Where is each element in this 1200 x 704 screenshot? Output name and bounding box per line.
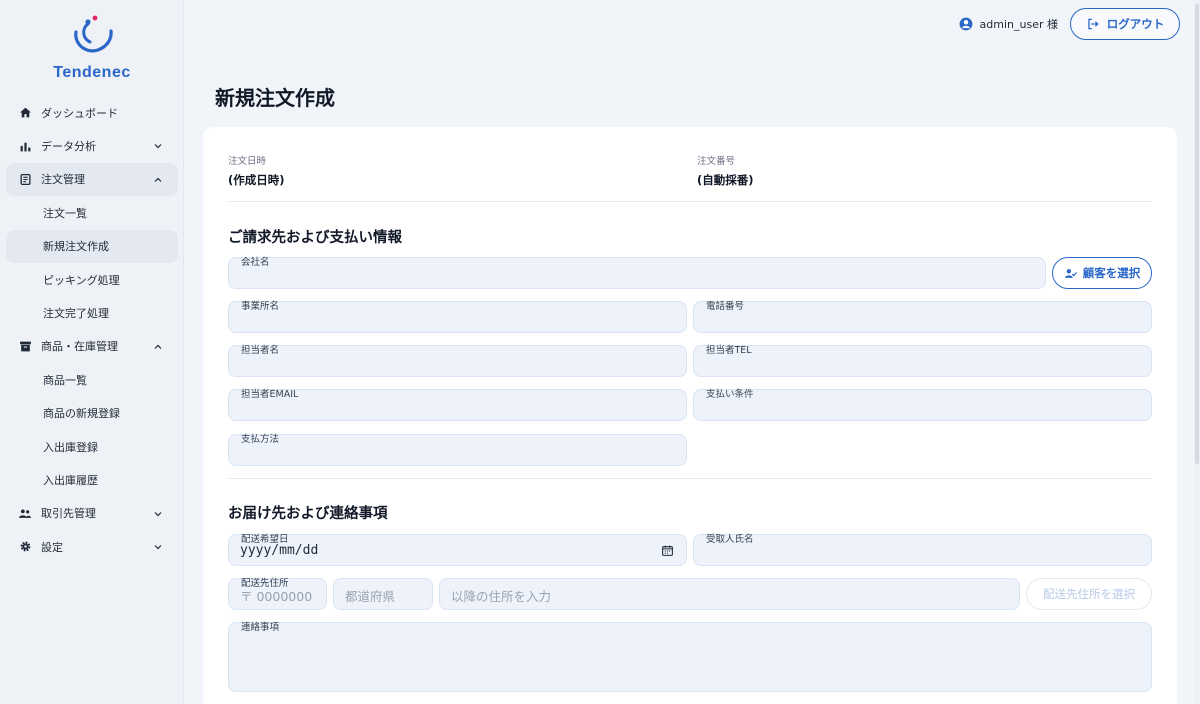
contact-name-field[interactable]: 担当者名 [228,345,687,377]
chevron-down-icon [154,511,162,517]
postal-code-field[interactable]: 配送先住所 〒 0000000 [228,578,327,610]
order-date-label: 注文日時 [228,156,267,167]
delivery-date-field[interactable]: 配送希望日 yyyy/mm/dd [228,534,687,566]
sidebar-item-label: 商品一覧 [43,373,87,387]
payment-method-field[interactable]: 支払方法 [228,434,687,466]
prefecture-field[interactable]: 都道府県 [333,578,433,610]
recipient-field[interactable]: 受取人氏名 [693,534,1152,566]
user-info: admin_user 様 [959,16,1058,32]
sidebar-item-label: ダッシュボード [41,106,118,120]
logout-label: ログアウト [1106,17,1165,31]
gear-icon [18,540,32,554]
notes-label: 連絡事項 [241,622,280,633]
company-label: 会社名 [241,257,270,268]
select-address-button[interactable]: 配送先住所を選択 [1026,578,1152,610]
scrollbar-thumb[interactable] [1195,4,1199,464]
sidebar-item-label: 新規注文作成 [43,240,109,254]
user-name: admin_user 様 [979,18,1058,31]
contact-email-label: 担当者EMAIL [241,389,299,400]
chevron-up-icon [154,344,162,349]
delivery-date-value: yyyy/mm/dd [240,543,319,558]
logout-button[interactable]: ログアウト [1070,8,1180,40]
order-number-label: 注文番号 [697,156,736,167]
page-scrollbar[interactable] [1194,0,1200,704]
address-line-field[interactable]: 以降の住所を入力 [439,578,1020,610]
page-title: 新規注文作成 [215,86,335,110]
sidebar-item-label: 注文一覧 [43,206,87,220]
user-icon [959,17,972,31]
sidebar-item-new-order[interactable]: 新規注文作成 [6,229,178,263]
receipt-icon [18,172,32,186]
sidebar-item-label: 注文管理 [41,173,85,187]
sidebar-item-partners[interactable]: 取引先管理 [6,497,178,530]
sidebar-item-label: 注文完了処理 [43,307,109,321]
contact-name-label: 担当者名 [241,345,280,356]
calendar-icon[interactable] [661,544,674,557]
bar-chart-icon [18,139,32,153]
shipping-section-title: お届け先および連絡事項 [228,506,388,522]
order-form-card: 注文日時 (作成日時) 注文番号 (自動採番) ご請求先および支払い情報 会社名… [203,127,1177,704]
chevron-down-icon [154,144,162,149]
brand-name: Tendenec [53,64,131,81]
select-customer-label: 顧客を選択 [1082,266,1141,280]
sidebar-item-dashboard[interactable]: ダッシュボード [6,96,178,129]
postal-code-placeholder: 〒 0000000 [240,589,313,604]
sidebar-item-label: 商品・在庫管理 [41,340,118,354]
select-address-label: 配送先住所を選択 [1043,587,1135,601]
divider [228,201,1151,202]
recipient-label: 受取人氏名 [706,534,754,545]
sidebar: Tendenec ダッシュボード データ分析 注文管理 注文一覧 新規注文作成 … [0,0,184,704]
user-area: admin_user 様 ログアウト [959,8,1180,40]
logout-icon [1088,18,1099,30]
billing-section-title: ご請求先および支払い情報 [228,230,402,246]
sidebar-item-label: データ分析 [41,140,96,154]
sidebar-item-order-complete[interactable]: 注文完了処理 [6,296,178,329]
sidebar-item-product-list[interactable]: 商品一覧 [6,363,178,396]
order-date-value: (作成日時) [228,173,285,187]
contact-email-field[interactable]: 担当者EMAIL [228,389,687,421]
sidebar-item-label: 設定 [41,540,63,554]
phone-field[interactable]: 電話番号 [693,301,1152,333]
sidebar-item-picking[interactable]: ピッキング処理 [6,263,178,296]
sidebar-item-settings[interactable]: 設定 [6,530,178,563]
sidebar-item-orders[interactable]: 注文管理 [6,162,178,197]
sidebar-item-stock-history[interactable]: 入出庫履歴 [6,463,178,496]
brand-logo[interactable]: Tendenec [0,14,184,86]
people-icon [18,506,32,520]
contact-tel-label: 担当者TEL [706,345,752,356]
sidebar-item-order-list[interactable]: 注文一覧 [6,196,178,229]
person-check-icon [1064,268,1077,278]
contact-tel-field[interactable]: 担当者TEL [693,345,1152,377]
payment-method-label: 支払方法 [241,434,280,445]
sidebar-item-stock-entry[interactable]: 入出庫登録 [6,430,178,463]
phone-label: 電話番号 [706,301,745,312]
address-line-placeholder: 以降の住所を入力 [451,589,552,604]
payment-terms-label: 支払い条件 [706,389,754,400]
chevron-up-icon [154,177,162,182]
home-icon [18,106,32,120]
sidebar-item-label: 入出庫履歴 [43,473,98,487]
divider [228,478,1151,479]
select-customer-button[interactable]: 顧客を選択 [1052,257,1152,289]
order-number-value: (自動採番) [697,173,754,187]
notes-field[interactable]: 連絡事項 [228,622,1152,692]
archive-icon [18,339,32,353]
sidebar-item-label: 取引先管理 [41,507,96,521]
tendenec-logo-icon [74,15,113,53]
office-field[interactable]: 事業所名 [228,301,687,333]
prefecture-placeholder: 都道府県 [345,589,396,604]
sidebar-item-label: 入出庫登録 [43,440,98,454]
sidebar-item-label: 商品の新規登録 [43,407,120,421]
office-label: 事業所名 [241,301,280,312]
sidebar-nav: ダッシュボード データ分析 注文管理 注文一覧 新規注文作成 ピッキング処理 注… [0,96,184,563]
sidebar-item-product-new[interactable]: 商品の新規登録 [6,397,178,430]
company-field[interactable]: 会社名 [228,257,1046,289]
sidebar-item-inventory[interactable]: 商品・在庫管理 [6,330,178,363]
chevron-down-icon [154,545,162,550]
payment-terms-field[interactable]: 支払い条件 [693,389,1152,421]
sidebar-item-label: ピッキング処理 [43,273,120,287]
sidebar-item-analytics[interactable]: データ分析 [6,129,178,162]
